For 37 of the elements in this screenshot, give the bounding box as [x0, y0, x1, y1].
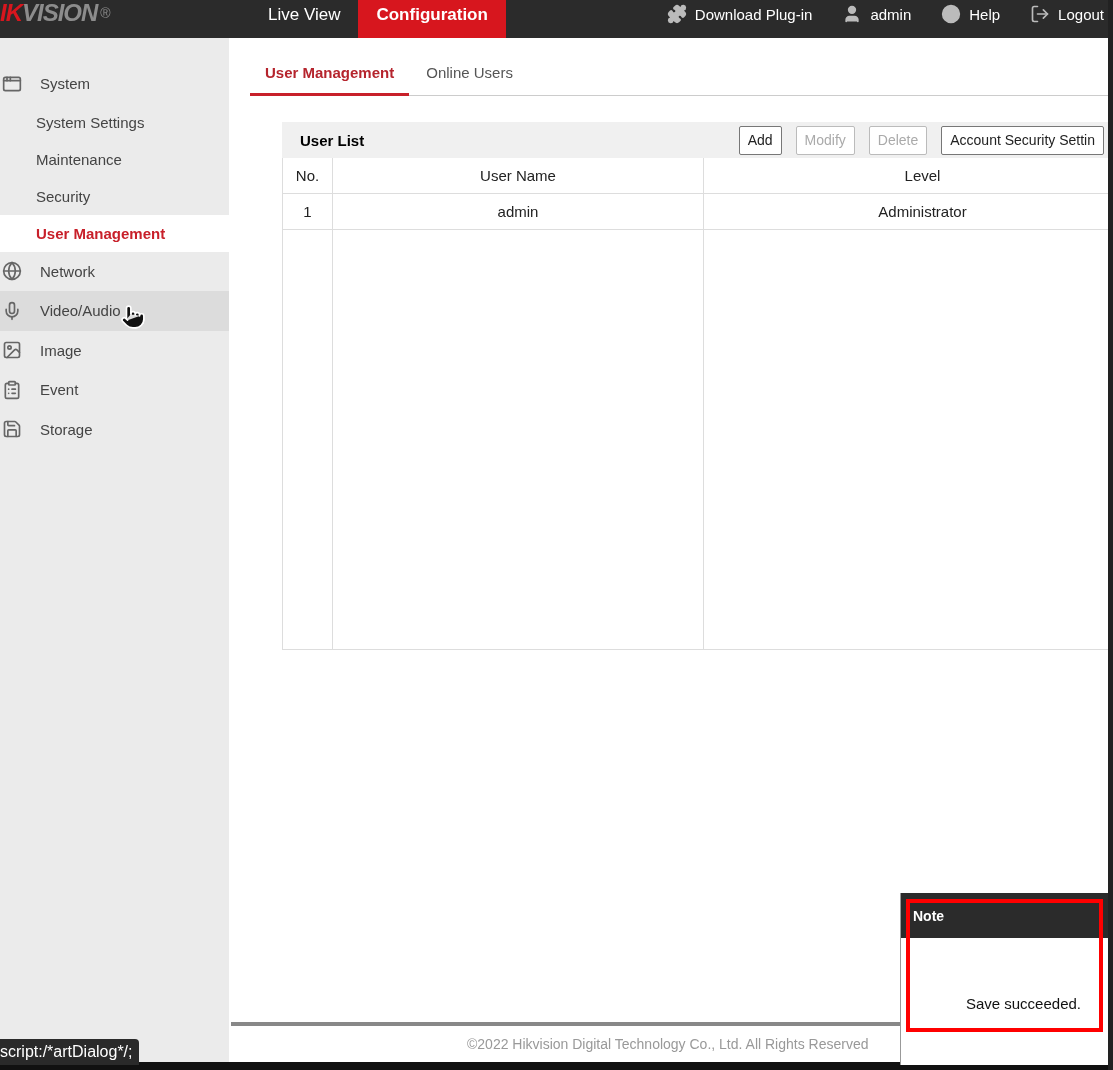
image-icon: [2, 340, 22, 361]
toolbar-button[interactable]: Account Security Settin: [941, 125, 1104, 155]
logo: IKVISION$^{®}$: [0, 0, 112, 28]
table-cell: Administrator: [704, 194, 1108, 230]
header-link[interactable]: Logout: [1030, 4, 1104, 24]
sidebar-item[interactable]: Event: [0, 370, 229, 410]
table-cell: 1: [283, 194, 333, 230]
sidebar-item[interactable]: Maintenance: [0, 140, 229, 178]
hand-cursor-icon: [120, 304, 146, 330]
sidebar-item[interactable]: System: [0, 64, 229, 104]
sidebar-item[interactable]: Security: [0, 177, 229, 215]
header-link[interactable]: Download Plug-in: [666, 4, 813, 24]
puzzle-icon: [666, 4, 687, 24]
sidebar-item[interactable]: Video/Audio: [0, 291, 229, 331]
globe-icon: [2, 261, 22, 282]
nav-tab[interactable]: Configuration: [358, 0, 506, 38]
tab[interactable]: User Management: [250, 58, 410, 96]
logout-icon: [1030, 4, 1051, 24]
sidebar-item[interactable]: Storage: [0, 409, 229, 449]
list-title: User List: [300, 131, 365, 149]
table-cell: admin: [333, 194, 704, 230]
toolbar-button[interactable]: Add: [738, 125, 782, 155]
dialog-message: Save succeeded.: [965, 995, 1081, 1012]
column-header: Level: [704, 158, 1108, 194]
status-tooltip: script:/*artDialog*/;: [0, 1039, 139, 1065]
column-header: User Name: [333, 158, 704, 194]
sidebar-item[interactable]: User Management: [0, 214, 229, 252]
header-link[interactable]: Help: [941, 4, 1001, 24]
microphone-icon: [2, 300, 22, 321]
tab[interactable]: Online Users: [411, 58, 528, 96]
sidebar-item[interactable]: System Settings: [0, 103, 229, 141]
nav-tab[interactable]: Live View: [250, 0, 359, 38]
column-header: No.: [283, 158, 333, 194]
header-link[interactable]: admin: [842, 4, 912, 24]
list-icon: [2, 379, 22, 400]
sidebar-item[interactable]: Image: [0, 330, 229, 370]
sidebar-item[interactable]: Network: [0, 251, 229, 291]
